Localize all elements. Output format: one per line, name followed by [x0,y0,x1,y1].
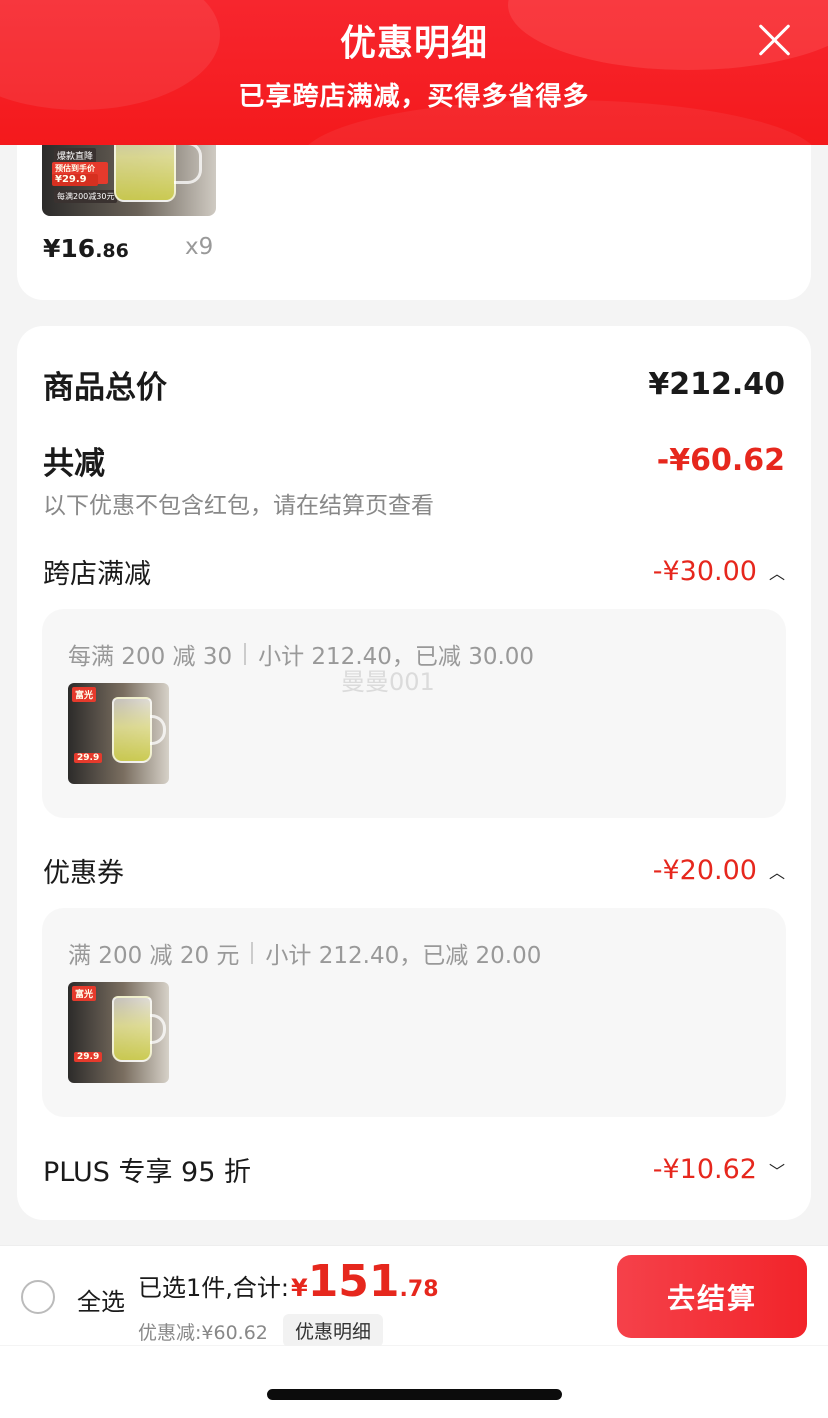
chevron-up-icon[interactable]: ︿ [769,560,785,584]
promo-detail-line: 每满 200 减 30 小计 212.40，已减 30.00 [68,637,534,671]
discount-detail-link[interactable]: 优惠明细 [283,1314,384,1347]
product-glass-handle [174,142,202,184]
home-indicator[interactable] [267,1389,562,1400]
redpacket-note: 以下优惠不包含红包，请在结算页查看 [43,493,434,519]
safe-area [0,1346,828,1418]
checkout-button[interactable]: 去结算 [617,1255,807,1338]
promo-detail-box: 每满 200 减 30 小计 212.40，已减 30.00 富光 29.9 [42,609,786,818]
brand-tag: 富光 [72,986,97,1001]
promo-row-coupon[interactable]: 优惠券 -¥20.00 ︿ [43,851,785,890]
discount-detail-header: 优惠明细 已享跨店满减，买得多省得多 [0,0,828,145]
promo-value: -¥30.00 ︿ [653,556,785,587]
page-subtitle: 已享跨店满减，买得多省得多 [238,82,590,112]
chevron-down-icon[interactable]: ﹀ [769,1158,785,1182]
thumb-tag: 每满200减30元 [54,190,118,203]
total-reduced-value: -¥60.62 [656,443,785,478]
product-price: ¥16.86 [43,234,129,263]
thumb-price: ¥29.9 [52,174,98,186]
promo-value: -¥10.62 ﹀ [653,1154,785,1185]
promo-value: -¥20.00 ︿ [653,855,785,886]
watermark: 曼曼001 [341,668,435,696]
promo-row-cross-store[interactable]: 跨店满减 -¥30.00 ︿ [43,552,785,591]
promo-label: 优惠券 [43,858,124,889]
select-all-label[interactable]: 全选 [77,1282,125,1317]
promo-rule: 满 200 减 20 元 [68,943,240,969]
product-quantity: x9 [185,234,214,260]
promo-label: PLUS 专享 95 折 [43,1157,251,1188]
promo-amount: -¥20.00 [652,855,757,886]
total-reduced-label: 共减 [43,446,105,482]
promo-detail-box: 满 200 减 20 元 小计 212.40，已减 20.00 富光 29.9 [42,908,786,1117]
product-glass-handle [150,715,166,745]
close-icon[interactable] [754,20,794,60]
product-price-main: ¥16 [43,234,96,263]
total-price-row: 商品总价 ¥212.40 [43,362,785,407]
product-glass-handle [150,1014,166,1044]
thumb-price-value: 29.9 [61,174,87,185]
promo-label: 跨店满减 [43,559,151,590]
promo-amount: -¥10.62 [652,1154,757,1185]
selected-summary: 已选1件,合计: ¥ 151 .78 [138,1260,439,1304]
radio-unchecked-icon[interactable] [21,1280,55,1314]
total-price-value: ¥212.40 [648,367,785,402]
thumb-currency: ¥ [55,174,62,185]
promo-detail-line: 满 200 减 20 元 小计 212.40，已减 20.00 [68,936,541,970]
product-glass-image [112,996,152,1062]
discount-breakdown-card: 商品总价 ¥212.40 共减 -¥60.62 以下优惠不包含红包，请在结算页查… [17,326,811,1220]
divider [244,643,247,665]
discount-amount-text: 优惠减:¥60.62 [138,1322,268,1344]
mini-price-tag: 29.9 [74,753,103,763]
chevron-up-icon[interactable]: ︿ [769,859,785,883]
product-glass-image [112,697,152,763]
checkout-bar: 全选 已选1件,合计: ¥ 151 .78 优惠减:¥60.62 优惠明细 去结… [0,1245,828,1347]
promo-rule: 每满 200 减 30 [68,644,233,670]
brand-tag: 富光 [72,687,97,702]
page-title: 优惠明细 [339,23,488,64]
total-amount-main: 151 [307,1256,400,1307]
product-mini-thumbnail[interactable]: 富光 29.9 [68,683,169,784]
product-mini-thumbnail[interactable]: 富光 29.9 [68,982,169,1083]
divider [251,942,254,964]
selected-count-text: 已选1件,合计: [138,1274,289,1302]
promo-subtotal: 小计 212.40，已减 20.00 [265,943,542,969]
total-currency: ¥ [290,1274,308,1302]
thumb-tag-label: 预估到手价 [55,164,95,173]
total-amount-decimal: .78 [399,1277,439,1302]
product-price-decimal: .86 [95,240,129,262]
promo-amount: -¥30.00 [652,556,757,587]
promo-row-plus[interactable]: PLUS 专享 95 折 -¥10.62 ﹀ [43,1150,785,1189]
total-reduced-row: 共减 -¥60.62 [43,438,785,483]
thumb-tag: 爆款直降 [54,148,97,163]
total-price-label: 商品总价 [43,370,167,406]
mini-price-tag: 29.9 [74,1052,103,1062]
